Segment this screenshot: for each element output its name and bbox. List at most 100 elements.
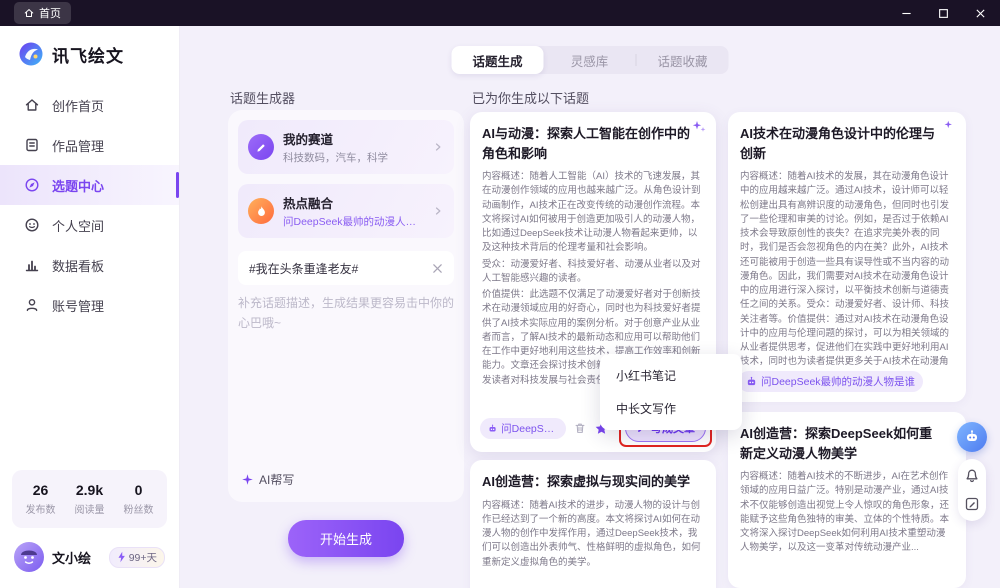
topic-card-ethics-innovation: AI技术在动漫角色设计中的伦理与创新 内容概述：随着AI技术的发展，其在动漫角色…: [728, 112, 966, 402]
my-track-subtitle: 科技数码，汽车，科学: [283, 150, 388, 165]
space-icon: [24, 217, 40, 233]
topic-tag-text: #我在头条重逢老友#: [249, 260, 358, 277]
menu-item-long-article[interactable]: 中长文写作: [600, 392, 742, 425]
maximize-button[interactable]: [938, 8, 949, 19]
results-heading: 已为你生成以下话题: [472, 88, 589, 107]
sparkle-icon: [691, 119, 707, 135]
minimize-button[interactable]: [901, 8, 912, 19]
membership-days: 99+天: [129, 550, 157, 565]
trash-icon: [573, 421, 587, 435]
home-tab-label: 首页: [39, 5, 61, 21]
menu-item-xiaohongshu-note[interactable]: 小红书笔记: [600, 359, 742, 392]
topic-card-redefine-aesthetics: AI创造营：探索DeepSeek如何重新定义动漫人物美学 内容概述：随着AI技术…: [728, 412, 966, 588]
app-name: 讯飞绘文: [52, 42, 124, 67]
stat-reads: 2.9k 阅读量: [65, 482, 114, 516]
topic-card-body: 内容概述：随着AI技术的进步，动漫人物的设计与创作已经达到了一个新的高度。本文将…: [482, 499, 704, 588]
deepseek-source-tag: 问DeepSeek最帅的动漫人物是谁: [738, 371, 923, 392]
sidebar-menu: 创作首页 作品管理 选题中心 个人空间 数据看板 账号管理: [0, 85, 179, 325]
topic-card-virtual-aesthetics: AI创造营：探索虚拟与现实间的美学 内容概述：随着AI技术的进步，动漫人物的设计…: [470, 460, 716, 588]
notifications-button[interactable]: [964, 468, 980, 484]
minimize-icon: [901, 8, 912, 19]
ai-write-button[interactable]: AI帮写: [241, 471, 294, 488]
chevron-right-icon: [432, 205, 444, 217]
topic-overview: 内容概述：随着AI技术的不断进步，AI在艺术创作领域的应用日益广泛。特别是动漫产…: [740, 470, 954, 556]
avatar: [14, 542, 44, 572]
topic-tabs: 话题生成 灵感库 话题收藏: [452, 46, 729, 74]
sidebar-item-label: 选题中心: [52, 176, 104, 195]
delete-topic-button[interactable]: [573, 421, 587, 435]
tab-topic-favorites[interactable]: 话题收藏: [637, 46, 729, 74]
write-format-menu: 小红书笔记 中长文写作: [600, 354, 742, 430]
feedback-edit-button[interactable]: [964, 496, 980, 512]
lightning-icon: [117, 551, 126, 563]
topic-card-title: AI与动漫：探索人工智能在创作中的角色和影响: [482, 124, 704, 163]
bell-icon: [964, 468, 980, 484]
sidebar-item-personal-space[interactable]: 个人空间: [0, 205, 179, 245]
topic-card-body: 内容概述：随着AI技术的发展，其在动漫角色设计中的应用越来越广泛。通过AI技术，…: [740, 170, 954, 370]
ai-write-label: AI帮写: [259, 471, 294, 488]
window-close-icon: [975, 8, 986, 19]
topic-card-title: AI创造营：探索虚拟与现实间的美学: [482, 472, 704, 492]
topic-audience: 受众：动漫爱好者、科技爱好者、动漫从业者以及对人工智能感兴趣的读者。: [482, 258, 704, 287]
user-name: 文小绘: [52, 548, 91, 567]
tab-topic-generate[interactable]: 话题生成: [452, 46, 544, 74]
hot-fusion-subtitle: 问DeepSeek最帅的动漫人物...: [283, 214, 423, 229]
hot-fusion-card[interactable]: 热点融合 问DeepSeek最帅的动漫人物...: [238, 184, 454, 238]
sidebar-item-works[interactable]: 作品管理: [0, 125, 179, 165]
my-track-card[interactable]: 我的赛道 科技数码，汽车，科学: [238, 120, 454, 174]
floating-toolbar: [957, 422, 987, 521]
works-icon: [24, 137, 40, 153]
pen-icon: [248, 134, 274, 160]
account-stats: 26 发布数 2.9k 阅读量 0 粉丝数: [12, 470, 167, 528]
sidebar-item-topic-center[interactable]: 选题中心: [0, 165, 179, 205]
deepseek-source-tag: 问DeepSeek...: [480, 418, 566, 439]
app-brand: 讯飞绘文: [0, 26, 179, 85]
sidebar: 讯飞绘文 创作首页 作品管理 选题中心 个人空间 数据看板: [0, 26, 180, 588]
stat-published: 26 发布数: [16, 482, 65, 516]
stat-value: 0: [114, 482, 163, 498]
edit-icon: [964, 496, 980, 512]
stat-label: 阅读量: [65, 501, 114, 516]
topic-card-title: AI创造营：探索DeepSeek如何重新定义动漫人物美学: [740, 424, 954, 463]
topic-card-title: AI技术在动漫角色设计中的伦理与创新: [740, 124, 954, 163]
tool-pill: [958, 459, 986, 521]
app-logo-icon: [18, 41, 44, 67]
topic-card-footer: 问DeepSeek最帅的动漫人物是谁: [738, 371, 956, 392]
sidebar-item-label: 账号管理: [52, 296, 104, 315]
assistant-icon: [964, 429, 980, 445]
main-content: 话题生成 灵感库 话题收藏 话题生成器 已为你生成以下话题 我的赛道 科技数码，…: [180, 26, 1000, 588]
sidebar-item-account[interactable]: 账号管理: [0, 285, 179, 325]
generator-heading: 话题生成器: [230, 88, 295, 107]
membership-badge: 99+天: [109, 547, 165, 568]
sidebar-item-data-dashboard[interactable]: 数据看板: [0, 245, 179, 285]
close-icon[interactable]: [432, 263, 443, 274]
stat-label: 粉丝数: [114, 501, 163, 516]
topic-tag-chip: #我在头条重逢老友#: [238, 251, 454, 285]
hot-fusion-title: 热点融合: [283, 193, 423, 212]
flame-icon: [248, 198, 274, 224]
deepseek-source-text: 问DeepSeek最帅的动漫人物是谁: [761, 374, 915, 389]
robot-icon: [746, 376, 757, 387]
home-icon: [24, 97, 40, 113]
assistant-button[interactable]: [957, 422, 987, 452]
sidebar-item-label: 作品管理: [52, 136, 104, 155]
close-button[interactable]: [975, 8, 986, 19]
account-icon: [24, 297, 40, 313]
deepseek-source-text: 问DeepSeek...: [501, 421, 558, 436]
start-generate-button[interactable]: 开始生成: [288, 520, 404, 557]
robot-icon: [488, 423, 497, 434]
topic-overview: 内容概述：随着AI技术的发展，其在动漫角色设计中的应用越来越广泛。通过AI技术，…: [740, 170, 954, 370]
topic-overview: 内容概述：随着人工智能（AI）技术的飞速发展，其在动漫创作领域的应用也越来越广泛…: [482, 170, 704, 256]
stat-label: 发布数: [16, 501, 65, 516]
topic-description-input[interactable]: [238, 293, 454, 443]
sidebar-item-label: 个人空间: [52, 216, 104, 235]
sparkle-icon: [241, 473, 254, 486]
stat-value: 26: [16, 482, 65, 498]
sidebar-item-label: 数据看板: [52, 256, 104, 275]
topic-generator-panel: 我的赛道 科技数码，汽车，科学 热点融合 问DeepSeek最帅的动漫人物...: [228, 110, 464, 502]
user-profile[interactable]: 文小绘 99+天: [0, 540, 179, 588]
tab-inspiration[interactable]: 灵感库: [544, 46, 636, 74]
home-tab[interactable]: 首页: [14, 2, 71, 24]
topic-icon: [24, 177, 40, 193]
sidebar-item-create-home[interactable]: 创作首页: [0, 85, 179, 125]
